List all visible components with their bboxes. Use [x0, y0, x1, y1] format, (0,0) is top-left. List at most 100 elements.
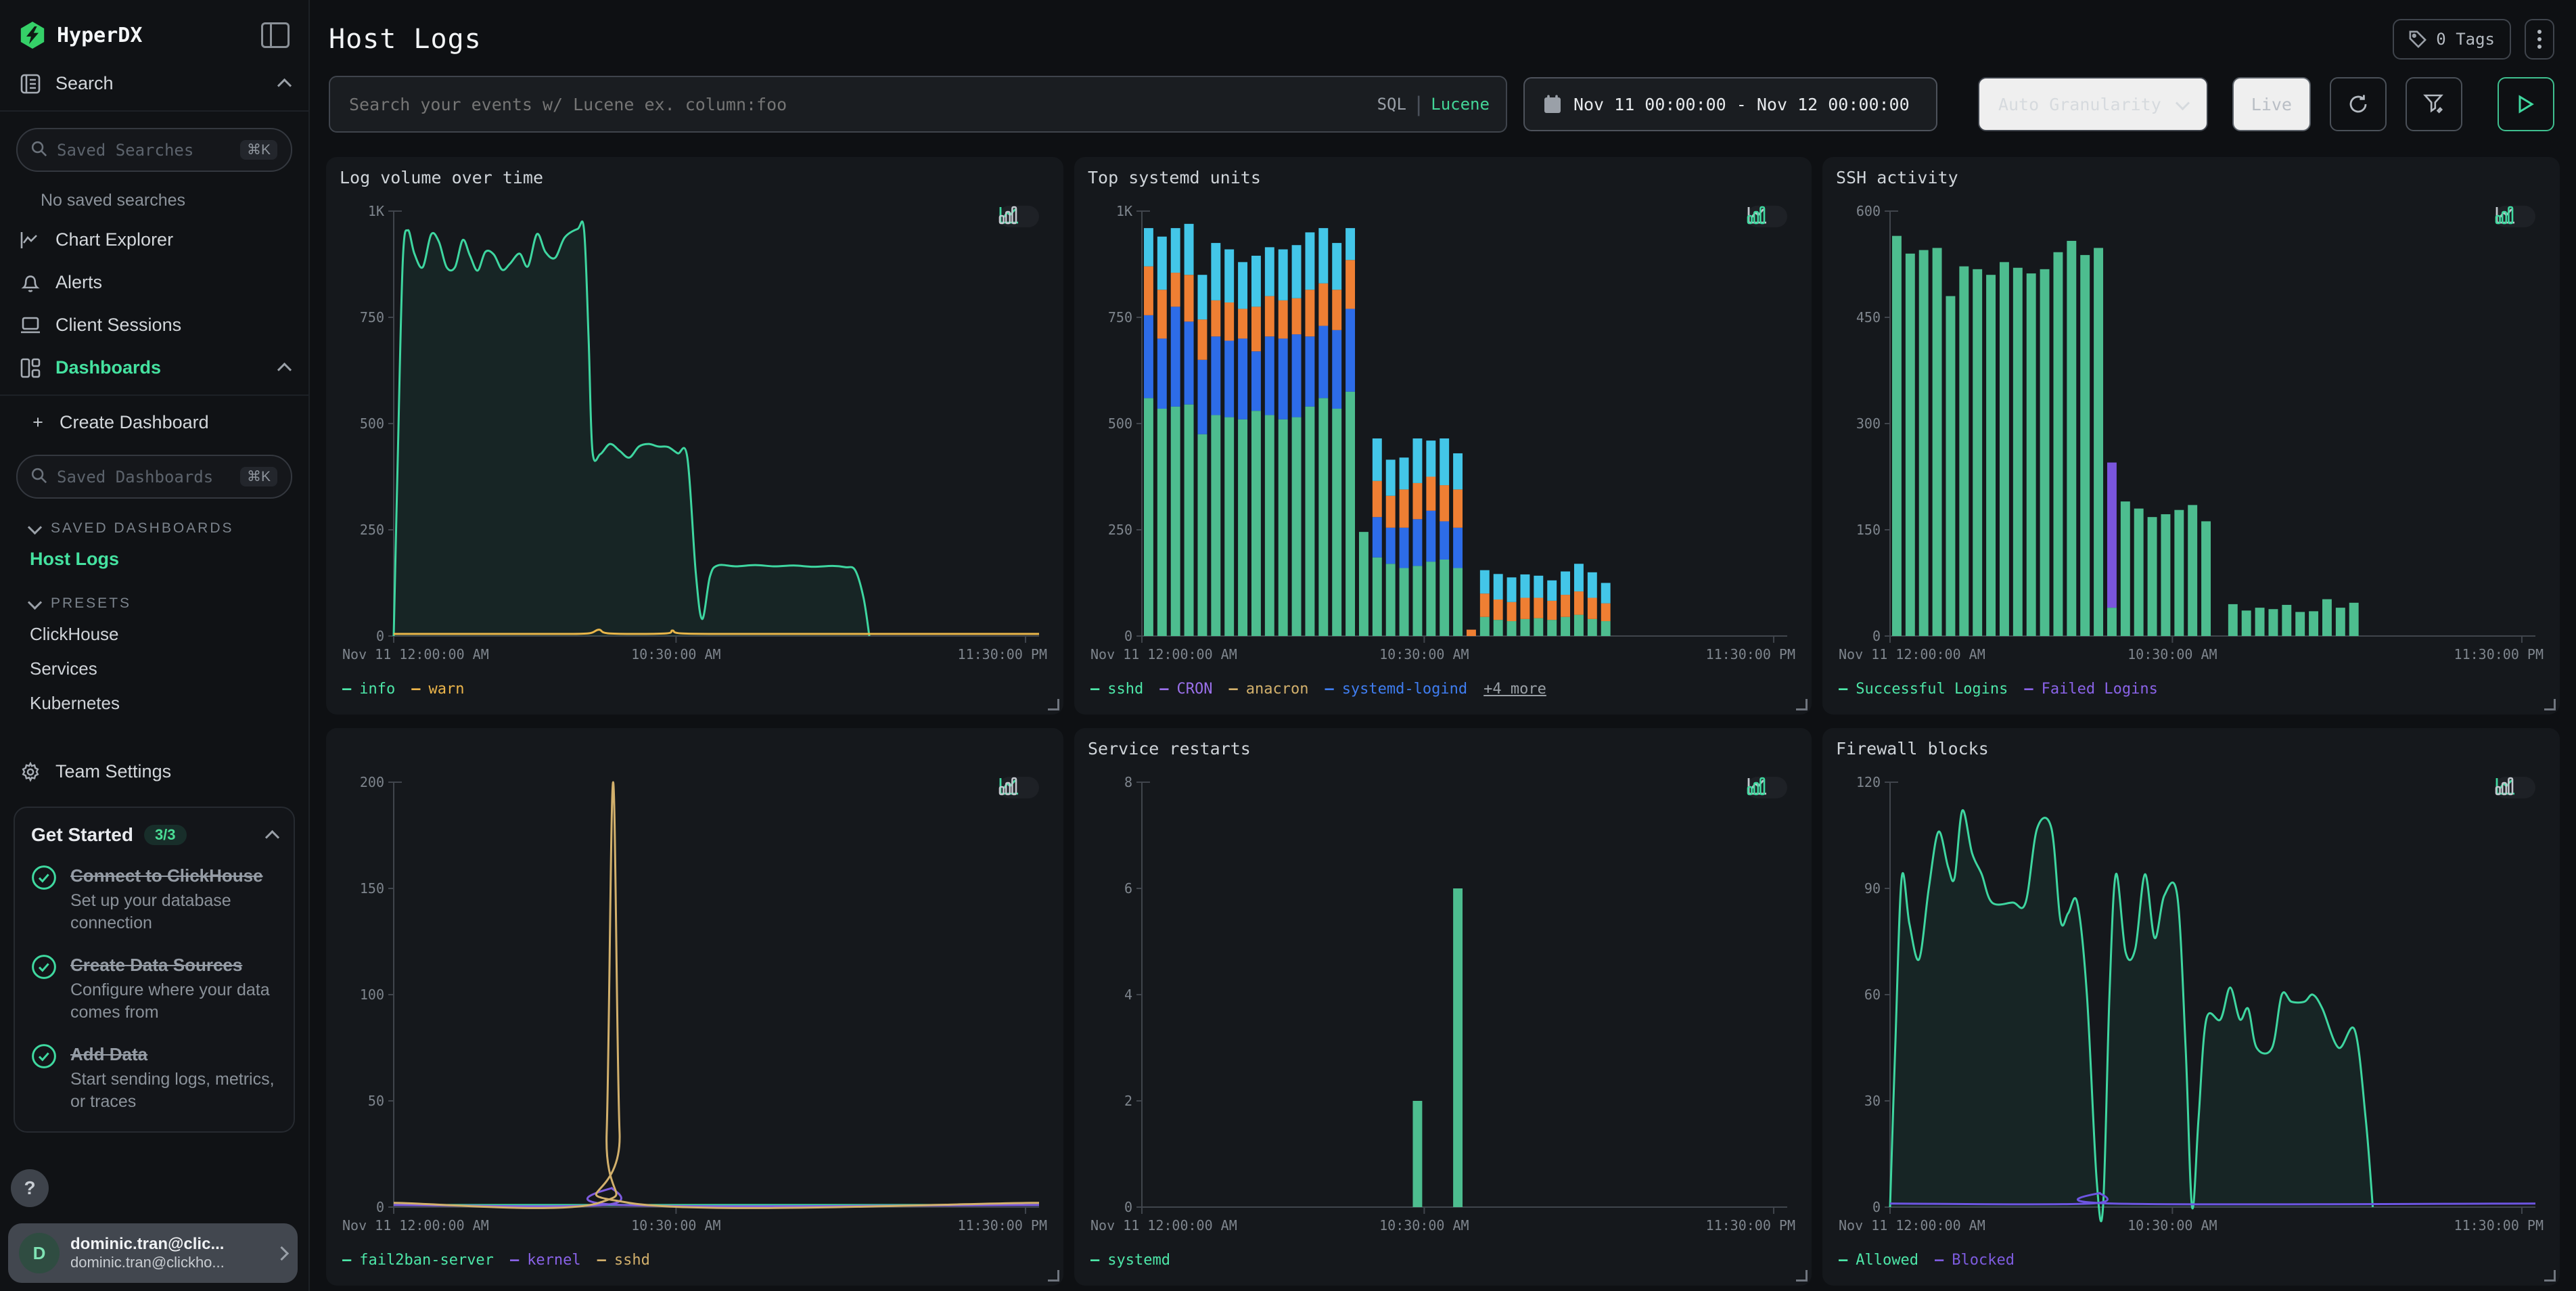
help-button[interactable]: ? [11, 1169, 49, 1207]
brand-row: HyperDX [0, 0, 308, 62]
svg-text:Nov 11 12:00:00 AM: Nov 11 12:00:00 AM [1090, 1217, 1237, 1233]
svg-text:0: 0 [1872, 628, 1881, 644]
legend-item[interactable]: —info [342, 681, 395, 698]
step-desc: Set up your database connection [70, 890, 277, 934]
resize-handle[interactable] [1048, 1270, 1059, 1282]
resize-handle[interactable] [1796, 699, 1808, 710]
sidebar-item-services[interactable]: Services [0, 652, 308, 686]
shortcut-badge: ⌘K [240, 467, 277, 486]
brand-name: HyperDX [57, 24, 261, 47]
legend-item[interactable]: —anacron [1228, 681, 1308, 698]
svg-text:0: 0 [376, 628, 384, 644]
svg-text:0: 0 [1872, 1199, 1881, 1215]
chevron-down-icon [28, 520, 42, 534]
resize-handle[interactable] [1796, 1270, 1808, 1282]
legend-item[interactable]: —Blocked [1935, 1252, 2015, 1269]
chevron-up-icon [277, 363, 292, 377]
svg-text:600: 600 [1856, 203, 1881, 219]
user-menu[interactable]: D dominic.tran@clic... dominic.tran@clic… [8, 1223, 298, 1283]
chevron-down-icon [2176, 95, 2190, 110]
svg-text:Nov 11 12:00:00 AM: Nov 11 12:00:00 AM [342, 1217, 489, 1233]
legend-item[interactable]: —fail2ban-server [342, 1252, 494, 1269]
legend-item[interactable]: —systemd [1090, 1252, 1170, 1269]
chart-svg: 050100150200Nov 11 12:00:00 AM10:30:00 A… [340, 769, 1050, 1245]
legend-item[interactable]: —kernel [510, 1252, 581, 1269]
svg-text:30: 30 [1864, 1093, 1881, 1109]
legend-item[interactable]: —systemd-logind [1325, 681, 1467, 698]
sidebar-item-host-logs[interactable]: Host Logs [0, 542, 308, 576]
svg-text:100: 100 [360, 987, 384, 1003]
saved-dashboards-heading[interactable]: SAVED DASHBOARDS [0, 509, 308, 542]
legend-more-link[interactable]: +4 more [1484, 681, 1546, 698]
get-started-step-add-data[interactable]: Add Data Start sending logs, metrics, or… [31, 1041, 277, 1112]
more-options-button[interactable] [2525, 19, 2554, 60]
tag-icon [2409, 30, 2426, 48]
legend-item[interactable]: —sshd [1090, 681, 1143, 698]
sidebar-item-chart-explorer[interactable]: Chart Explorer [0, 219, 308, 261]
tags-button[interactable]: 0 Tags [2393, 19, 2511, 60]
step-desc: Configure where your data comes from [70, 979, 277, 1023]
get-started-step-connect[interactable]: Connect to ClickHouse Set up your databa… [31, 862, 277, 934]
check-circle-icon [31, 954, 57, 1023]
get-started-step-sources[interactable]: Create Data Sources Configure where your… [31, 951, 277, 1023]
sidebar-item-team-settings[interactable]: Team Settings [0, 750, 308, 793]
filter-button[interactable] [2406, 77, 2462, 131]
create-dashboard-button[interactable]: + Create Dashboard [0, 401, 308, 444]
svg-text:10:30:00 AM: 10:30:00 AM [631, 1217, 720, 1233]
svg-text:Nov 11 12:00:00 AM: Nov 11 12:00:00 AM [342, 646, 489, 662]
legend-item[interactable]: —Failed Logins [2024, 681, 2157, 698]
saved-searches-placeholder: Saved Searches [57, 141, 231, 160]
saved-dashboards-input[interactable]: Saved Dashboards ⌘K [16, 455, 292, 499]
resize-handle[interactable] [2544, 699, 2556, 710]
chart-legend: —Successful Logins —Failed Logins [1836, 674, 2546, 704]
user-email: dominic.tran@clickho... [70, 1254, 266, 1271]
svg-text:250: 250 [360, 522, 384, 538]
run-query-button[interactable] [2498, 77, 2554, 131]
saved-searches-input[interactable]: Saved Searches ⌘K [16, 128, 292, 172]
legend-item[interactable]: —warn [411, 681, 464, 698]
chart-svg: 0306090120Nov 11 12:00:00 AM10:30:00 AM1… [1836, 769, 2546, 1245]
chart-legend: —fail2ban-server —kernel —sshd [340, 1245, 1050, 1275]
toolbar: SQL | Lucene Nov 11 00:00:00 - Nov 12 00… [310, 68, 2576, 146]
resize-handle[interactable] [2544, 1270, 2556, 1282]
presets-heading[interactable]: PRESETS [0, 585, 308, 617]
svg-text:10:30:00 AM: 10:30:00 AM [631, 646, 720, 662]
panel-title: Log volume over time [340, 168, 1050, 198]
legend-item[interactable]: —CRON [1159, 681, 1212, 698]
legend-item[interactable]: —sshd [597, 1252, 650, 1269]
tags-label: 0 Tags [2436, 30, 2495, 49]
search-input[interactable] [346, 93, 1377, 116]
svg-text:11:30:00 PM: 11:30:00 PM [958, 646, 1047, 662]
step-title: Connect to ClickHouse [70, 865, 263, 886]
sidebar-collapse-icon[interactable] [261, 22, 290, 48]
chevron-up-icon[interactable] [265, 830, 279, 844]
resize-handle[interactable] [1048, 699, 1059, 710]
chart-svg: 02505007501KNov 11 12:00:00 AM10:30:00 A… [1088, 198, 1798, 674]
sidebar-item-label: Alerts [55, 272, 290, 293]
sidebar-item-dashboards[interactable]: Dashboards [0, 346, 308, 389]
step-title: Create Data Sources [70, 955, 242, 975]
granularity-select[interactable]: Auto Granularity [1978, 77, 2208, 131]
svg-text:500: 500 [360, 415, 384, 432]
no-saved-searches-text: No saved searches [0, 183, 308, 219]
chart-area: 02505007501KNov 11 12:00:00 AM10:30:00 A… [1088, 198, 1798, 674]
sidebar-item-kubernetes[interactable]: Kubernetes [0, 686, 308, 721]
legend-item[interactable]: —Successful Logins [1839, 681, 2008, 698]
chart-legend: —sshd —CRON —anacron —systemd-logind +4 more [1088, 674, 1798, 704]
live-button[interactable]: Live [2232, 77, 2311, 131]
event-search-box[interactable]: SQL | Lucene [329, 76, 1507, 133]
lucene-toggle[interactable]: Lucene [1431, 95, 1490, 114]
get-started-title: Get Started [31, 824, 133, 846]
sql-toggle[interactable]: SQL [1377, 95, 1406, 114]
chevron-right-icon [275, 1246, 289, 1260]
sidebar-item-search[interactable]: Search [0, 62, 308, 105]
refresh-button[interactable] [2330, 77, 2387, 131]
time-range-picker[interactable]: Nov 11 00:00:00 - Nov 12 00:00:00 [1523, 77, 1937, 131]
sidebar-item-alerts[interactable]: Alerts [0, 261, 308, 304]
sidebar-item-clickhouse[interactable]: ClickHouse [0, 617, 308, 652]
laptop-icon [19, 317, 42, 334]
sidebar-item-client-sessions[interactable]: Client Sessions [0, 304, 308, 346]
step-title: Add Data [70, 1044, 147, 1064]
shortcut-badge: ⌘K [240, 140, 277, 160]
legend-item[interactable]: —Allowed [1839, 1252, 1918, 1269]
